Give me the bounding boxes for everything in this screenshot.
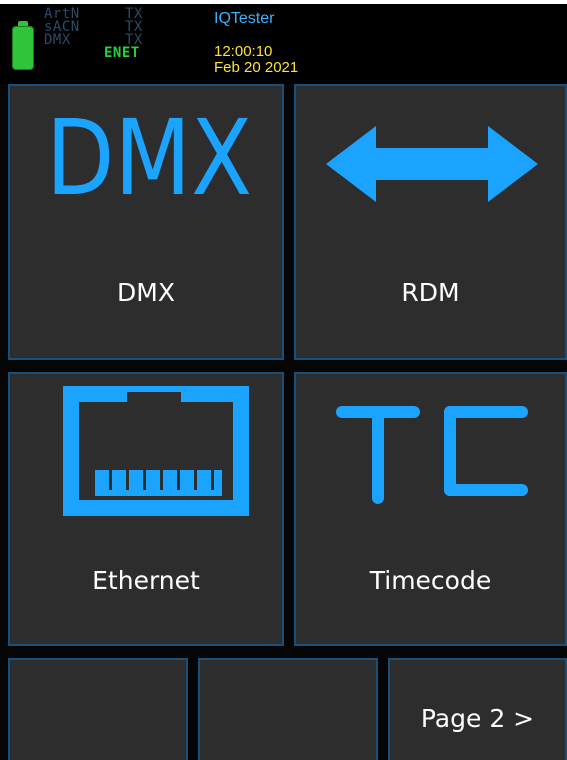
rdm-tile[interactable]: RDM bbox=[294, 84, 567, 360]
clock-time: 12:00:10 bbox=[214, 43, 273, 60]
double-arrow-icon bbox=[326, 126, 538, 202]
protocol-dmx-label: DMX bbox=[44, 32, 71, 48]
ethernet-port-icon bbox=[63, 386, 249, 516]
timecode-tile[interactable]: Timecode bbox=[294, 372, 567, 646]
status-bar: ArtN TX sACN TX DMX TX ENET IQTester 12:… bbox=[0, 4, 567, 84]
clock: 12:00:10 Feb 20 2021 bbox=[214, 44, 298, 76]
dmx-tile[interactable]: DMX DMX bbox=[8, 84, 284, 360]
timecode-tile-label: Timecode bbox=[369, 566, 492, 595]
timecode-icon bbox=[336, 406, 528, 504]
rdm-tile-label: RDM bbox=[401, 278, 460, 307]
battery-icon bbox=[12, 21, 34, 70]
page-2-button[interactable]: Page 2 > bbox=[388, 658, 567, 760]
dmx-icon-text: DMX bbox=[46, 106, 252, 206]
dmx-icon: DMX bbox=[46, 106, 252, 206]
empty-slot-2[interactable] bbox=[198, 658, 378, 760]
dmx-tile-label: DMX bbox=[117, 278, 175, 307]
empty-slot-1[interactable] bbox=[8, 658, 188, 760]
network-status: ENET bbox=[104, 45, 140, 61]
app-title: IQTester bbox=[214, 10, 275, 27]
clock-date: Feb 20 2021 bbox=[214, 59, 299, 76]
page-2-label: Page 2 > bbox=[420, 704, 535, 733]
ethernet-tile[interactable]: Ethernet bbox=[8, 372, 284, 646]
ethernet-tile-label: Ethernet bbox=[92, 566, 200, 595]
device-screen: ArtN TX sACN TX DMX TX ENET IQTester 12:… bbox=[0, 4, 567, 760]
